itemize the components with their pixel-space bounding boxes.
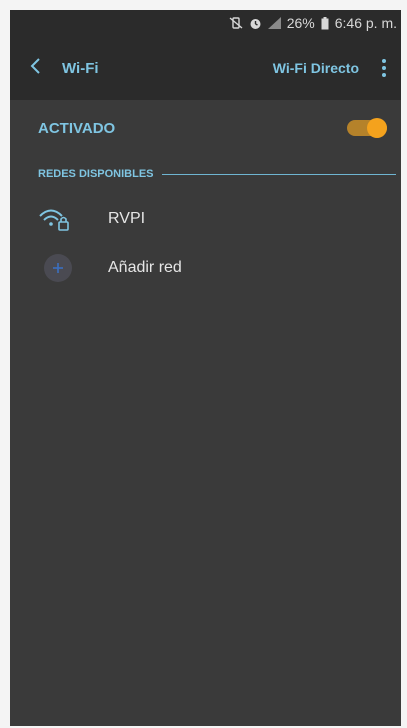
section-divider [161,173,396,175]
battery-icon [321,16,329,30]
wifi-toggle-switch[interactable] [347,118,387,138]
available-networks-header: REDES DISPONIBLES [38,164,396,184]
page-title: Wi-Fi [62,59,99,77]
add-network-label: Añadir red [108,259,182,276]
network-name: RVPI [108,210,146,227]
status-bar: 26% 6:46 p. m. [10,10,401,36]
phone-screen: 26% 6:46 p. m. Wi-Fi Wi-Fi Directo ACTIV… [10,10,401,726]
wifi-status-label: ACTIVADO [38,119,116,137]
network-item-rvpi[interactable]: RVPI [10,196,401,242]
back-button[interactable] [10,36,60,100]
signal-icon [267,17,281,29]
clock: 6:46 p. m. [334,15,397,31]
add-network-item[interactable]: Añadir red [10,245,401,291]
wifi-locked-icon [38,199,82,239]
app-bar: Wi-Fi Wi-Fi Directo [10,36,401,100]
wifi-toggle-row[interactable]: ACTIVADO [10,100,401,156]
plus-icon [44,254,72,282]
battery-percent: 26% [286,15,315,31]
section-title: REDES DISPONIBLES [38,168,154,180]
mute-vibrate-icon [229,17,243,29]
more-options-icon[interactable] [373,48,395,88]
back-arrow-icon [29,57,41,80]
wifi-direct-button[interactable]: Wi-Fi Directo [273,60,359,76]
alarm-icon [249,17,262,30]
